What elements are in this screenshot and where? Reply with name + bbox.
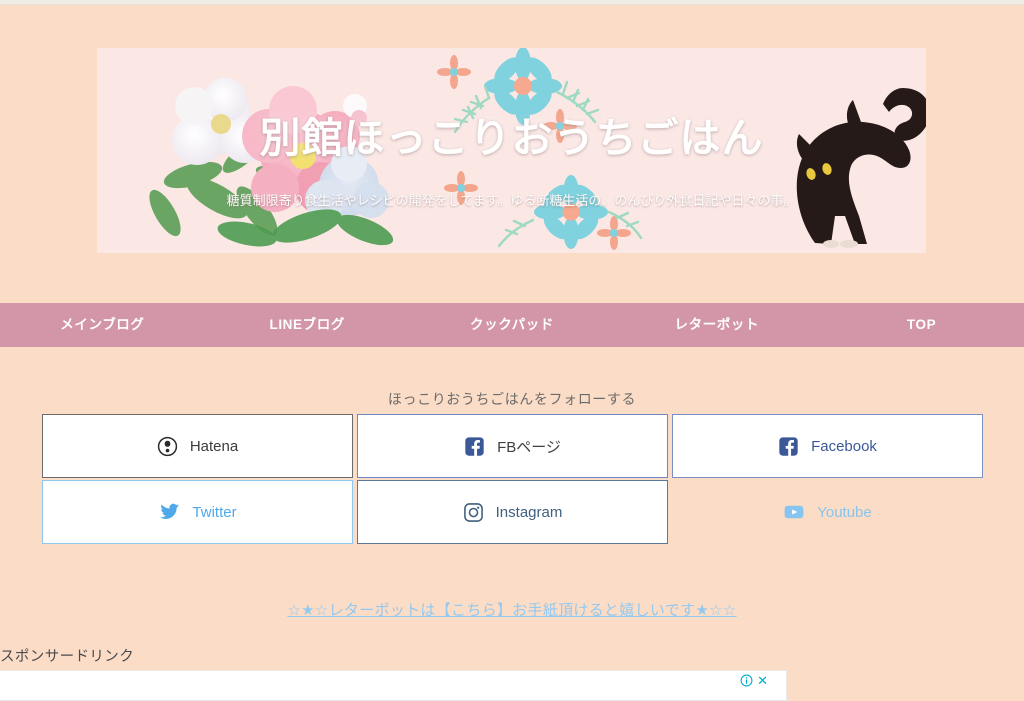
nav-item-main-blog[interactable]: メインブログ (0, 303, 205, 347)
site-header-banner: 別館ほっこりおうちごはん 糖質制限寄り食生活やレシピの開発をしてます。ゆる断糖生… (97, 48, 926, 253)
follow-button-fb-page[interactable]: FBページ (357, 414, 668, 478)
close-icon[interactable]: ✕ (757, 674, 768, 687)
site-subtitle: 糖質制限寄り食生活やレシピの開発をしてます。ゆる断糖生活の、のんびり外食日記や日… (226, 193, 797, 208)
global-navigation: メインブログ LINEブログ クックパッド レターポット TOP (0, 303, 1024, 347)
follow-button-label: Instagram (495, 503, 563, 521)
nav-item-letterpot[interactable]: レターポット (614, 303, 819, 347)
follow-button-label: Twitter (192, 503, 237, 521)
facebook-icon (465, 436, 484, 456)
sponsored-link-label: スポンサードリンク (0, 649, 135, 665)
follow-cell: Facebook (670, 414, 985, 478)
info-circle-icon[interactable] (740, 674, 753, 687)
follow-button-row: Hatena FBページ Facebook (40, 414, 986, 478)
follow-button-hatena[interactable]: Hatena (42, 414, 353, 478)
follow-section-heading: ほっこりおうちごはんをフォローする (387, 391, 637, 407)
follow-button-label: Hatena (189, 437, 239, 455)
follow-button-label: Facebook (811, 437, 877, 455)
follow-cell: Instagram (355, 480, 670, 544)
follow-button-youtube[interactable]: Youtube (672, 480, 983, 544)
ad-controls: ✕ (740, 674, 768, 687)
hatena-bookmark-icon (157, 436, 177, 456)
nav-item-cookpad[interactable]: クックパッド (410, 303, 615, 347)
youtube-icon (784, 505, 804, 519)
follow-cell: Youtube (670, 480, 985, 544)
browser-top-strip (0, 0, 1024, 5)
letterpot-link[interactable]: ☆★☆レターポットは【こちら】お手紙頂けると嬉しいです★☆☆ (0, 599, 1024, 620)
follow-button-grid: Hatena FBページ Facebook Twitter Instagram … (40, 414, 986, 546)
instagram-icon (463, 502, 483, 522)
follow-button-twitter[interactable]: Twitter (42, 480, 353, 544)
nav-item-line-blog[interactable]: LINEブログ (205, 303, 410, 347)
site-title: 別館ほっこりおうちごはん (259, 115, 764, 161)
advertisement-iframe[interactable]: ✕ (0, 670, 787, 701)
follow-button-row: Twitter Instagram Youtube (40, 480, 986, 544)
follow-cell: Hatena (40, 414, 355, 478)
follow-button-facebook[interactable]: Facebook (672, 414, 983, 478)
twitter-bird-icon (160, 503, 180, 519)
follow-button-label: FBページ (497, 438, 561, 456)
follow-cell: Twitter (40, 480, 355, 544)
follow-button-instagram[interactable]: Instagram (357, 480, 668, 544)
follow-cell: FBページ (355, 414, 670, 478)
follow-button-label: Youtube (817, 503, 872, 521)
nav-item-top[interactable]: TOP (819, 303, 1024, 347)
facebook-icon (779, 436, 798, 456)
